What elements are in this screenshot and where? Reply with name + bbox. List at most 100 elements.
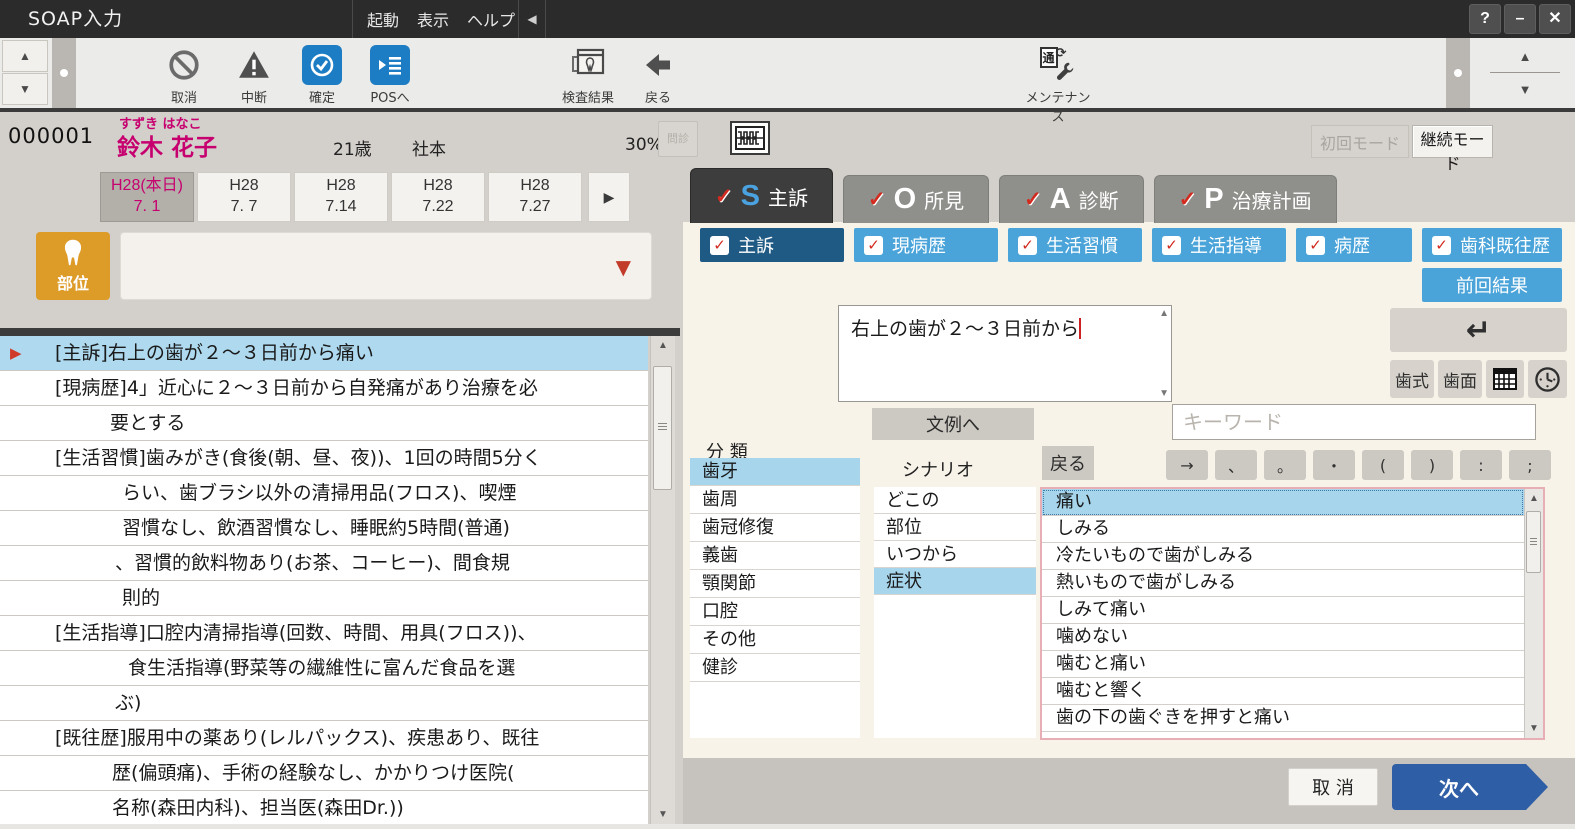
classification-item[interactable]: 歯冠修復 <box>690 514 860 542</box>
classification-item[interactable]: 顎関節 <box>690 570 860 598</box>
tooth-part-button[interactable]: 部位 <box>36 232 110 300</box>
interview-sheet-button[interactable]: 問診 <box>658 121 698 157</box>
note-row[interactable]: ▶ 要とする <box>0 406 648 441</box>
note-row[interactable]: ▶ らい、歯ブラシ以外の清掃用品(フロス)、喫煙 <box>0 476 648 511</box>
cancel-button[interactable]: 取 消 <box>1288 768 1378 806</box>
menu-item[interactable]: ヘルプ <box>467 7 515 31</box>
scrollbar-up-icon[interactable]: ▲ <box>1525 493 1543 504</box>
note-row[interactable]: ▶ 食生活指導(野菜等の繊維性に富んだ食品を選 <box>0 651 648 686</box>
punctuation-key[interactable]: → <box>1166 450 1208 480</box>
punctuation-key[interactable]: 。 <box>1264 450 1306 480</box>
menu-item[interactable]: 起動 <box>367 7 399 31</box>
visit-date-tab[interactable]: H28 7.14 <box>294 172 388 222</box>
tooth-notation-button[interactable]: 歯式 <box>1390 360 1434 398</box>
close-button[interactable]: ✕ <box>1539 4 1571 34</box>
scrollbar-down-icon[interactable]: ▼ <box>651 809 675 820</box>
punctuation-key[interactable]: 、 <box>1215 450 1257 480</box>
date-tabs-next-icon[interactable]: ▶ <box>588 172 630 222</box>
note-row[interactable]: ▶ [生活習慣]歯みがき(食後(朝、昼、夜))、1回の時間5分く <box>0 441 648 476</box>
category-button[interactable]: ✓ 生活習慣 <box>1008 228 1142 262</box>
soap-tab[interactable]: ✓ P 治療計画 <box>1154 175 1337 223</box>
symptom-item[interactable]: 歯の下の歯ぐきを押すと痛い <box>1042 705 1524 732</box>
category-button[interactable]: ✓ 病歴 <box>1296 228 1412 262</box>
visit-date-tab[interactable]: H28 7.22 <box>391 172 485 222</box>
scenario-item[interactable]: 症状 <box>874 568 1036 595</box>
minimize-button[interactable]: – <box>1504 4 1536 34</box>
first-visit-mode-button[interactable]: 初回モード <box>1311 125 1409 158</box>
toolbar-drag-handle[interactable] <box>52 38 76 108</box>
continuous-mode-button[interactable]: 継続モード <box>1412 125 1493 158</box>
scrollbar-down-icon[interactable]: ▼ <box>1525 723 1543 734</box>
classification-item[interactable]: 歯周 <box>690 486 860 514</box>
to-phrase-examples-button[interactable]: 文例へ <box>872 408 1034 440</box>
category-button[interactable]: ✓ 主訴 <box>700 228 844 262</box>
next-button[interactable]: 次へ <box>1392 764 1548 810</box>
punctuation-key[interactable]: ・ <box>1313 450 1355 480</box>
grid-table-button[interactable] <box>1486 360 1524 398</box>
scroll-up-icon[interactable]: ▲ <box>2 40 48 72</box>
symptom-item[interactable]: 噛めない <box>1042 624 1524 651</box>
soap-text-editor[interactable]: 右上の歯が２～３日前から ▲ ▼ <box>838 305 1172 402</box>
menu-item[interactable]: 表示 <box>417 7 449 31</box>
symptom-item[interactable]: 冷たいもので歯がしみる <box>1042 543 1524 570</box>
symptom-item[interactable]: しみる <box>1042 516 1524 543</box>
classification-item[interactable]: 健診 <box>690 654 860 682</box>
punctuation-key[interactable]: ; <box>1509 450 1551 480</box>
scrollbar-up-icon[interactable]: ▲ <box>651 340 675 351</box>
keyword-search-input[interactable] <box>1172 404 1536 440</box>
menu-collapse-icon[interactable]: ◀ <box>518 0 546 38</box>
scenario-item[interactable]: どこの <box>874 487 1036 514</box>
visit-date-tab[interactable]: H28 7.27 <box>488 172 582 222</box>
dropdown-arrow-icon[interactable]: ▼ <box>616 255 631 279</box>
maintenance-tool-button[interactable]: 通⟳ メンテナンス <box>1022 44 1094 125</box>
classification-item[interactable]: 口腔 <box>690 598 860 626</box>
scenario-item[interactable]: 部位 <box>874 514 1036 541</box>
note-row[interactable]: ▶ 歴(偏頭痛)、手術の経験なし、かかりつけ医院( <box>0 756 648 791</box>
punctuation-key[interactable]: ( <box>1362 450 1404 480</box>
category-button[interactable]: ✓ 歯科既往歴 <box>1422 228 1562 262</box>
scroll-down-icon[interactable]: ▼ <box>1482 75 1568 103</box>
note-row[interactable]: ▶ [現病歴]4」近心に２～３日前から自発痛があり治療を必 <box>0 371 648 406</box>
symptom-item[interactable]: 痛い <box>1042 489 1524 516</box>
visit-date-tab[interactable]: H28 7. 7 <box>197 172 291 222</box>
note-row[interactable]: ▶ 、習慣的飲料物あり(お茶、コーヒー)、間食規 <box>0 546 648 581</box>
symptom-scrollbar[interactable]: ▲ ▼ <box>1524 489 1543 738</box>
note-list-scrollbar[interactable]: ▲ ▼ <box>650 336 675 824</box>
punctuation-key[interactable]: : <box>1460 450 1502 480</box>
toolbar-drag-handle[interactable] <box>1446 38 1470 108</box>
note-row[interactable]: ▶ 名称(森田内科)、担当医(森田Dr.)) <box>0 791 648 824</box>
editor-scroll-down-icon[interactable]: ▼ <box>1159 388 1169 399</box>
punctuation-key[interactable]: ) <box>1411 450 1453 480</box>
note-row[interactable]: ▶ 習慣なし、飲酒習慣なし、睡眠約5時間(普通) <box>0 511 648 546</box>
back-tool-button[interactable]: 戻る <box>622 44 694 106</box>
note-row[interactable]: ▶ [既往歴]服用中の薬あり(レルパックス)、疾患あり、既往 <box>0 721 648 756</box>
previous-result-button[interactable]: 前回結果 <box>1422 268 1562 302</box>
note-row[interactable]: ▶ [生活指導]口腔内清掃指導(回数、時間、用具(フロス))、 <box>0 616 648 651</box>
help-button[interactable]: ? <box>1469 4 1501 34</box>
enter-button[interactable]: ↵ <box>1390 308 1567 352</box>
note-row[interactable]: ▶ 則的 <box>0 581 648 616</box>
symptom-item[interactable]: 熱いもので歯がしみる <box>1042 570 1524 597</box>
time-stamp-button[interactable] <box>1528 360 1567 398</box>
back-step-button[interactable]: 戻る <box>1042 446 1094 480</box>
scroll-up-icon[interactable]: ▲ <box>1482 42 1568 70</box>
classification-item[interactable]: 歯牙 <box>690 458 860 486</box>
visit-date-tab[interactable]: H28(本日) 7. 1 <box>100 172 194 222</box>
scenario-item[interactable]: いつから <box>874 541 1036 568</box>
abort-tool-button[interactable]: 中断 <box>218 44 290 106</box>
test-results-tool-button[interactable]: 検査結果 <box>552 44 624 106</box>
classification-item[interactable]: 義歯 <box>690 542 860 570</box>
symptom-item[interactable]: 噛むと痛い <box>1042 651 1524 678</box>
tooth-surface-button[interactable]: 歯面 <box>1438 360 1482 398</box>
tooth-part-field[interactable]: ▼ <box>120 232 652 300</box>
note-row[interactable]: ▶ [主訴]右上の歯が２～３日前から痛い <box>0 336 648 371</box>
symptom-item[interactable]: 噛むと響く <box>1042 678 1524 705</box>
editor-scroll-up-icon[interactable]: ▲ <box>1159 308 1169 319</box>
soap-tab[interactable]: ✓ S 主訴 <box>690 168 833 223</box>
soap-tab[interactable]: ✓ O 所見 <box>843 175 989 223</box>
cancel-tool-button[interactable]: 取消 <box>148 44 220 106</box>
note-row[interactable]: ▶ ぶ) <box>0 686 648 721</box>
confirm-tool-button[interactable]: 確定 <box>286 44 358 106</box>
pos-tool-button[interactable]: POSへ <box>354 44 426 106</box>
tooth-chart-button[interactable] <box>730 121 770 155</box>
